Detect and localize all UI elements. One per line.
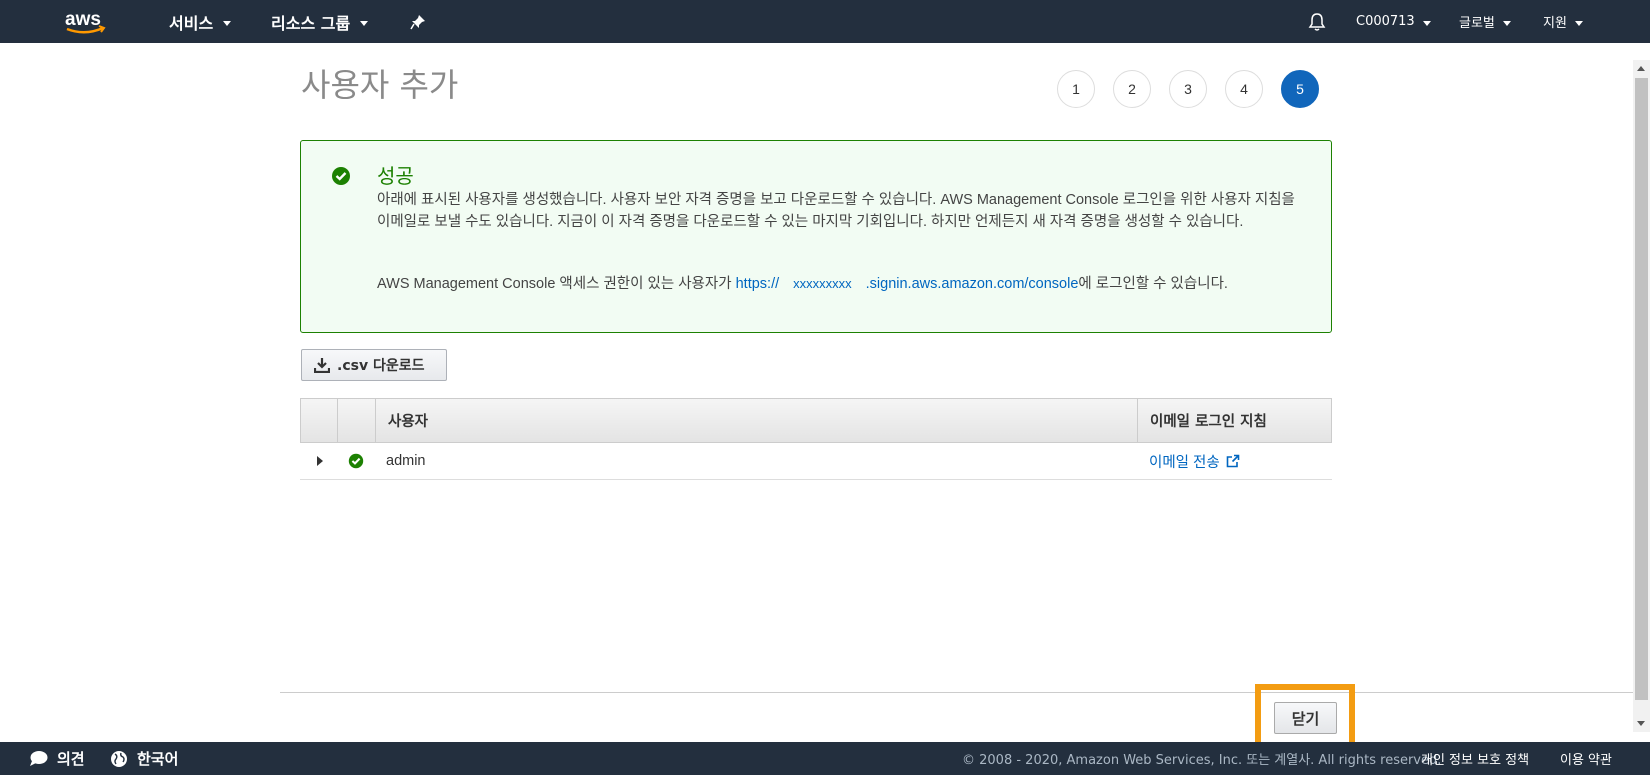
csv-download-label: .csv 다운로드 [337,358,425,374]
support-menu[interactable]: 지원 [1543,0,1583,43]
chevron-down-icon [1502,20,1511,26]
chevron-down-icon [223,20,232,26]
copyright-text: © 2008 - 2020, Amazon Web Services, Inc.… [962,753,1442,768]
csv-download-button[interactable]: .csv 다운로드 [301,349,447,381]
services-menu[interactable]: 서비스 [169,0,232,43]
chevron-down-icon [1422,20,1431,26]
header-email-instructions: 이메일 로그인 지침 [1150,414,1267,430]
send-email-link[interactable]: 이메일 전송 [1149,451,1220,472]
scrollbar-thumb[interactable] [1635,78,1648,700]
row-user-name: admin [386,453,426,469]
resource-groups-menu[interactable]: 리소스 그룹 [271,0,369,43]
success-heading: 성공 [377,164,414,188]
globe-icon [111,750,127,767]
notifications-button[interactable] [1308,0,1326,43]
aws-logo-text: aws [65,9,101,30]
wizard-steps: 1 2 3 4 5 [1057,70,1319,108]
footer-divider [280,692,1633,693]
resource-groups-label: 리소스 그룹 [271,13,351,33]
expand-arrow-icon[interactable] [317,456,323,466]
console-url-scheme: https:// [735,276,780,292]
users-table: 사용자 이메일 로그인 지침 admin 이메일 전송 [300,398,1332,480]
external-link-icon[interactable] [1226,454,1240,468]
console-url-account: xxxxxxxxx [793,276,852,291]
language-selector[interactable]: 한국어 [110,742,178,775]
console-signin-url[interactable]: https:// xxxxxxxxx .signin.aws.amazon.com/… [736,276,1079,292]
region-label: 글로벌 [1459,16,1495,31]
row-email-cell: 이메일 전송 [1137,443,1330,479]
header-user: 사용자 [376,399,1138,442]
pin-icon [410,14,425,29]
account-menu[interactable]: C000713 [1356,0,1431,43]
console-signin-suffix: 에 로그인할 수 있습니다. [1078,276,1228,292]
chevron-down-icon [360,20,369,26]
step-3[interactable]: 3 [1169,70,1207,108]
download-icon [314,358,330,373]
success-check-icon [348,453,364,469]
region-menu[interactable]: 글로벌 [1459,0,1511,43]
success-message: 아래에 표시된 사용자를 생성했습니다. 사용자 보안 자격 증명을 보고 다운… [377,192,1295,230]
step-5-active[interactable]: 5 [1281,70,1319,108]
support-label: 지원 [1543,16,1567,31]
table-row: admin 이메일 전송 [300,443,1332,480]
aws-logo[interactable]: aws [63,6,109,36]
console-footer: 의견 한국어 © 2008 - 2020, Amazon Web Service… [0,742,1650,775]
services-menu-label: 서비스 [169,13,214,33]
header-status-column [338,399,376,442]
terms-of-use-link[interactable]: 이용 약관 [1560,742,1612,775]
console-signin-message: AWS Management Console 액세스 권한이 있는 사용자가 h… [377,272,1327,293]
feedback-button[interactable]: 의견 [29,742,85,775]
step-4[interactable]: 4 [1225,70,1263,108]
vertical-scrollbar[interactable] [1633,60,1650,732]
feedback-label: 의견 [57,750,85,768]
account-label: C000713 [1356,14,1415,29]
console-url-domain: .signin.aws.amazon.com/console [865,276,1079,292]
row-status-cell [337,443,375,479]
chevron-down-icon [1574,20,1583,26]
page-title: 사용자 추가 [301,66,459,104]
language-label: 한국어 [137,750,179,768]
header-expand-column [301,399,338,442]
success-alert: 성공 아래에 표시된 사용자를 생성했습니다. 사용자 보안 자격 증명을 보고… [300,140,1332,333]
success-check-icon [332,167,350,185]
pin-button[interactable] [410,0,426,43]
table-header: 사용자 이메일 로그인 지침 [300,398,1332,443]
step-1[interactable]: 1 [1057,70,1095,108]
scroll-up-arrow-icon[interactable] [1637,66,1645,71]
privacy-policy-link[interactable]: 개인 정보 보호 정책 [1421,742,1529,775]
close-button[interactable]: 닫기 [1274,702,1337,734]
top-navigation-bar: aws 서비스 리소스 그룹 C000713 글로벌 지원 [0,0,1650,43]
step-2[interactable]: 2 [1113,70,1151,108]
speech-bubble-icon [30,751,48,766]
console-signin-prefix: AWS Management Console 액세스 권한이 있는 사용자가 [377,276,736,292]
row-expand-cell [300,443,337,479]
bell-icon [1308,12,1326,31]
scroll-down-arrow-icon[interactable] [1637,721,1645,726]
